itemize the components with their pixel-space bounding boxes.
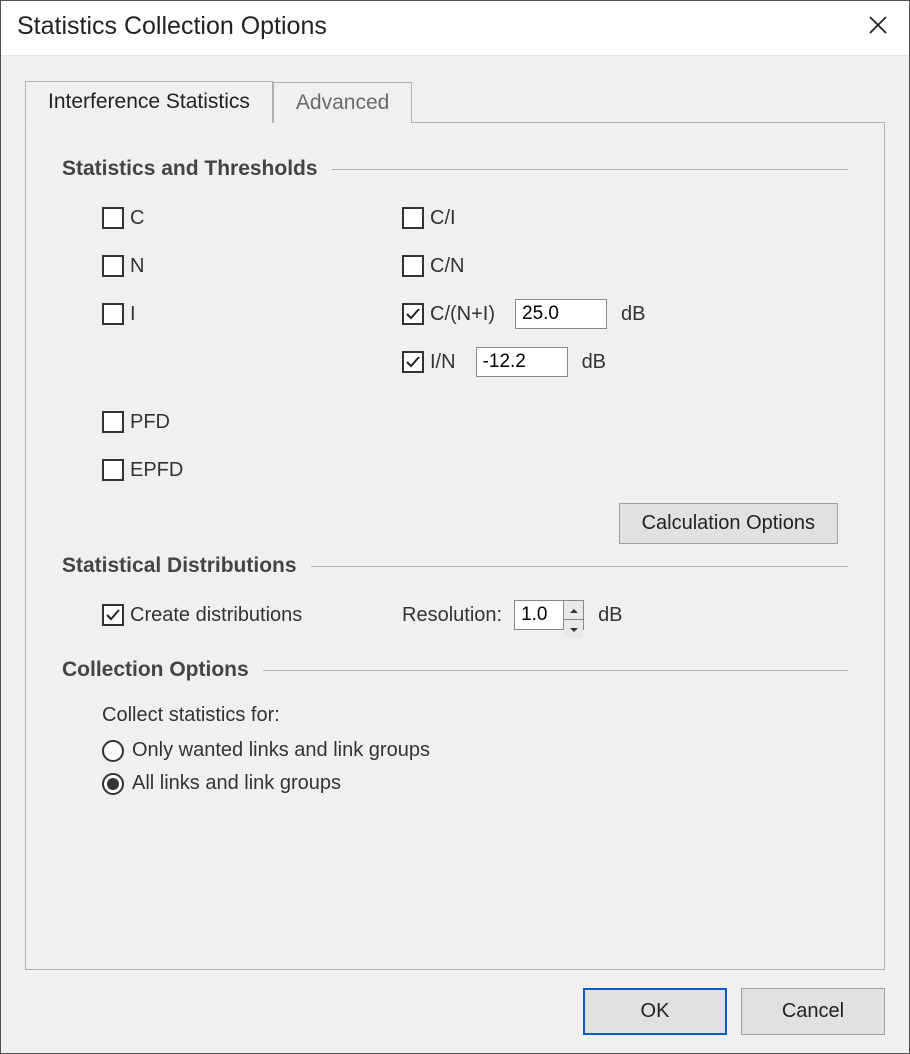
- section-stats-thresholds: Statistics and Thresholds: [62, 157, 848, 181]
- close-button[interactable]: [861, 9, 895, 43]
- section-title: Statistical Distributions: [62, 554, 311, 578]
- checkbox-row-in: I/N dB: [402, 347, 848, 377]
- resolution-input[interactable]: [515, 601, 563, 629]
- divider: [263, 670, 848, 671]
- divider: [311, 566, 848, 567]
- spinner-up-button[interactable]: [564, 601, 583, 620]
- section-title: Collection Options: [62, 658, 263, 682]
- unit-label: dB: [582, 351, 606, 374]
- tabstrip: Interference Statistics Advanced: [25, 81, 885, 123]
- chevron-up-icon: [570, 601, 578, 619]
- checkbox-ci[interactable]: [402, 207, 424, 229]
- checkbox-row-c: C: [102, 203, 402, 233]
- titlebar: Statistics Collection Options: [1, 1, 909, 55]
- calculation-options-button[interactable]: Calculation Options: [619, 503, 838, 544]
- section-collection-options: Collection Options: [62, 658, 848, 682]
- section-title: Statistics and Thresholds: [62, 157, 332, 181]
- radio-label: Only wanted links and link groups: [132, 739, 430, 762]
- checkbox-n[interactable]: [102, 255, 124, 277]
- checkbox-row-epfd: EPFD: [102, 455, 848, 485]
- tab-interference-statistics[interactable]: Interference Statistics: [25, 81, 273, 123]
- checkbox-i[interactable]: [102, 303, 124, 325]
- spinner-down-button[interactable]: [564, 620, 583, 638]
- collection-options-group: Collect statistics for: Only wanted link…: [62, 704, 848, 795]
- dialog-window: Statistics Collection Options Interferen…: [0, 0, 910, 1054]
- stats-grid: C C/I N C/N I: [62, 203, 848, 377]
- pfd-block: PFD EPFD: [62, 407, 848, 485]
- radio-all-links[interactable]: [102, 773, 124, 795]
- checkbox-row-ci: C/I: [402, 203, 848, 233]
- checkbox-label: I/N: [430, 351, 456, 374]
- radio-only-wanted[interactable]: [102, 740, 124, 762]
- checkbox-label: N: [130, 255, 144, 278]
- checkbox-cni[interactable]: [402, 303, 424, 325]
- checkbox-label: EPFD: [130, 459, 183, 482]
- checkbox-row-n: N: [102, 251, 402, 281]
- radio-row-wanted: Only wanted links and link groups: [102, 739, 848, 762]
- cancel-button[interactable]: Cancel: [741, 988, 885, 1035]
- checkbox-label: PFD: [130, 411, 170, 434]
- unit-label: dB: [598, 604, 622, 627]
- checkbox-row-pfd: PFD: [102, 407, 848, 437]
- checkbox-label: C: [130, 207, 144, 230]
- checkbox-label: I: [130, 303, 136, 326]
- calc-options-row: Calculation Options: [62, 503, 848, 544]
- collection-subtitle: Collect statistics for:: [102, 704, 848, 727]
- close-icon: [868, 15, 888, 38]
- checkbox-label: C/I: [430, 207, 456, 230]
- checkbox-in[interactable]: [402, 351, 424, 373]
- checkbox-pfd[interactable]: [102, 411, 124, 433]
- resolution-label: Resolution:: [402, 604, 502, 627]
- checkbox-row-i: I: [102, 299, 402, 329]
- checkbox-label: C/N: [430, 255, 464, 278]
- input-in-threshold[interactable]: [476, 347, 568, 377]
- checkbox-label: C/(N+I): [430, 303, 495, 326]
- checkbox-row-cn: C/N: [402, 251, 848, 281]
- checkbox-row-create-distributions: Create distributions: [102, 600, 402, 630]
- radio-label: All links and link groups: [132, 772, 341, 795]
- section-statistical-distributions: Statistical Distributions: [62, 554, 848, 578]
- dialog-body: Interference Statistics Advanced Statist…: [1, 55, 909, 1053]
- input-cni-threshold[interactable]: [515, 299, 607, 329]
- checkbox-row-cni: C/(N+I) dB: [402, 299, 848, 329]
- checkbox-cn[interactable]: [402, 255, 424, 277]
- resolution-spinner: [514, 600, 584, 630]
- divider: [332, 169, 848, 170]
- ok-button[interactable]: OK: [583, 988, 727, 1035]
- tab-advanced[interactable]: Advanced: [273, 82, 412, 123]
- dialog-footer: OK Cancel: [25, 970, 885, 1035]
- distributions-row: Create distributions Resolution: dB: [62, 600, 848, 630]
- tab-panel: Statistics and Thresholds C C/I N: [25, 122, 885, 970]
- radio-row-all: All links and link groups: [102, 772, 848, 795]
- chevron-down-icon: [570, 620, 578, 638]
- checkbox-create-distributions[interactable]: [102, 604, 124, 626]
- checkbox-c[interactable]: [102, 207, 124, 229]
- checkbox-epfd[interactable]: [102, 459, 124, 481]
- checkbox-label: Create distributions: [130, 604, 302, 627]
- unit-label: dB: [621, 303, 645, 326]
- dialog-title: Statistics Collection Options: [17, 12, 327, 41]
